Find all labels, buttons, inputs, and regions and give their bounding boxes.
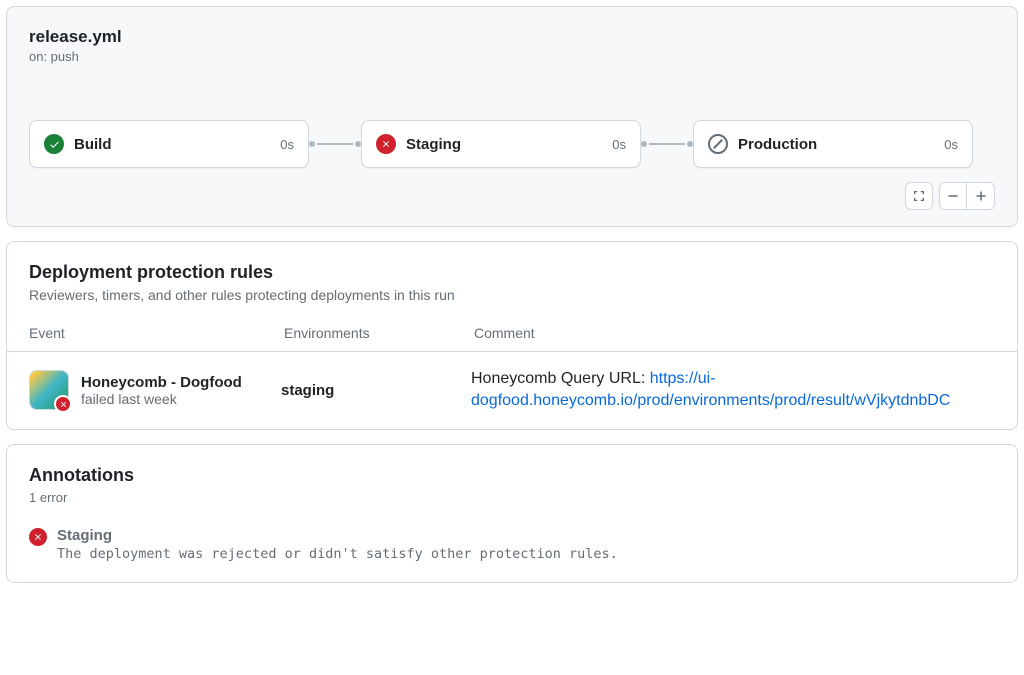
job-duration: 0s: [612, 137, 626, 152]
workflow-title: release.yml: [29, 27, 995, 47]
graph-controls: [29, 182, 995, 210]
zoom-out-button[interactable]: [939, 182, 967, 210]
protection-title: Deployment protection rules: [29, 262, 995, 283]
protection-table-header: Event Environments Comment: [7, 325, 1017, 351]
protection-row: Honeycomb - Dogfood failed last week sta…: [7, 351, 1017, 429]
job-card-staging[interactable]: Staging 0s: [361, 120, 641, 168]
annotation-title: Staging: [57, 527, 618, 544]
col-comment-header: Comment: [474, 325, 995, 341]
protection-rules-panel: Deployment protection rules Reviewers, t…: [6, 241, 1018, 430]
annotation-message: The deployment was rejected or didn't sa…: [57, 546, 618, 562]
connector: [309, 141, 361, 147]
protection-subtitle: Reviewers, timers, and other rules prote…: [29, 287, 995, 303]
comment-prefix: Honeycomb Query URL:: [471, 370, 650, 387]
col-event-header: Event: [29, 325, 284, 341]
app-avatar: [29, 370, 69, 410]
annotation-item: Staging The deployment was rejected or d…: [29, 527, 995, 562]
skipped-icon: [708, 134, 728, 154]
workflow-panel: release.yml on: push Build 0s Staging 0s: [6, 6, 1018, 227]
annotations-count: 1 error: [29, 490, 995, 505]
annotations-title: Annotations: [29, 465, 995, 486]
job-label: Staging: [406, 136, 612, 153]
failure-badge-icon: [54, 395, 72, 413]
comment-cell: Honeycomb Query URL: https://ui-dogfood.…: [471, 368, 995, 413]
job-duration: 0s: [944, 137, 958, 152]
failure-icon: [29, 528, 47, 546]
connector: [641, 141, 693, 147]
failure-icon: [376, 134, 396, 154]
job-label: Production: [738, 136, 944, 153]
annotations-panel: Annotations 1 error Staging The deployme…: [6, 444, 1018, 583]
environment-cell: staging: [281, 382, 471, 399]
job-duration: 0s: [280, 137, 294, 152]
success-icon: [44, 134, 64, 154]
event-status-text: failed last week: [81, 391, 281, 407]
workflow-graph: Build 0s Staging 0s Production 0s: [29, 120, 995, 168]
job-label: Build: [74, 136, 280, 153]
job-card-build[interactable]: Build 0s: [29, 120, 309, 168]
app-name: Honeycomb - Dogfood: [81, 374, 281, 391]
fullscreen-button[interactable]: [905, 182, 933, 210]
workflow-trigger: on: push: [29, 49, 995, 64]
zoom-in-button[interactable]: [967, 182, 995, 210]
col-env-header: Environments: [284, 325, 474, 341]
job-card-production[interactable]: Production 0s: [693, 120, 973, 168]
event-cell: Honeycomb - Dogfood failed last week: [81, 374, 281, 407]
